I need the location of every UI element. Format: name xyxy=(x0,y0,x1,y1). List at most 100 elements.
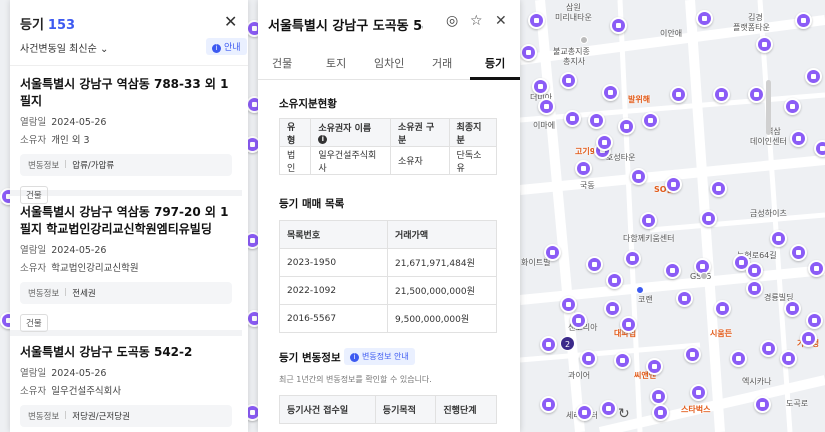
tab-building[interactable]: 건물 xyxy=(272,55,292,71)
detail-scrollbar[interactable] xyxy=(766,80,771,135)
map-marker[interactable] xyxy=(805,68,822,85)
map-marker[interactable] xyxy=(540,396,557,413)
item-owner-row: 소유자 일우건설주식회사 xyxy=(20,383,232,397)
map-marker[interactable] xyxy=(538,98,555,115)
map-marker[interactable] xyxy=(564,110,581,127)
changes-table: 등기사건 접수일 등기목적 진행단계 xyxy=(279,395,497,424)
list-item[interactable]: 서울특별시 강남구 역삼동 797-20 외 1필지 학교법인강리교신학원엠티유… xyxy=(10,204,242,336)
map-marker[interactable] xyxy=(684,346,701,363)
item-date-row: 열람일 2024-05-26 xyxy=(20,365,232,379)
map-label: 플랫폼타운 xyxy=(733,23,770,32)
map-marker[interactable] xyxy=(713,86,730,103)
map-marker[interactable] xyxy=(580,350,597,367)
map-marker[interactable] xyxy=(690,384,707,401)
close-icon[interactable]: ✕ xyxy=(224,12,237,31)
tab-land[interactable]: 토지 xyxy=(326,55,346,71)
map-marker[interactable] xyxy=(714,300,731,317)
map-marker[interactable] xyxy=(620,316,637,333)
map-marker[interactable] xyxy=(780,350,797,367)
item-owner-row: 소유자 학교법인강리교신학원 xyxy=(20,260,232,274)
changes-info-button[interactable]: i 변동정보 안내 xyxy=(344,348,415,365)
table-row: 2022-1092 21,500,000,000원 xyxy=(279,276,497,305)
map-marker[interactable] xyxy=(784,300,801,317)
change-value: 압류/가압류 xyxy=(72,161,115,171)
map-marker[interactable] xyxy=(665,176,682,193)
map-marker[interactable] xyxy=(618,118,635,135)
map-marker[interactable] xyxy=(630,168,647,185)
map-marker[interactable] xyxy=(746,262,763,279)
map-marker[interactable] xyxy=(652,404,669,421)
map-marker[interactable] xyxy=(754,396,771,413)
map-marker[interactable] xyxy=(528,12,545,29)
list-title: 등기 153 xyxy=(20,14,75,33)
map-marker[interactable] xyxy=(790,244,807,261)
map-marker[interactable] xyxy=(642,112,659,129)
date-value: 2024-05-26 xyxy=(51,117,107,128)
location-pin-icon[interactable]: ◎ xyxy=(446,13,458,29)
map-marker[interactable] xyxy=(696,10,713,27)
tab-transaction[interactable]: 거래 xyxy=(432,55,452,71)
map-marker[interactable] xyxy=(790,130,807,147)
map-marker[interactable] xyxy=(604,300,621,317)
map-cluster[interactable]: 2 xyxy=(560,336,575,351)
map-marker[interactable] xyxy=(808,260,825,277)
tab-tenant[interactable]: 임차인 xyxy=(374,55,404,71)
map-marker[interactable] xyxy=(532,78,549,95)
map-marker[interactable] xyxy=(646,358,663,375)
map-marker[interactable] xyxy=(560,72,577,89)
table-cell: 소유자 xyxy=(390,146,450,175)
map-marker[interactable] xyxy=(602,84,619,101)
map-marker[interactable] xyxy=(575,160,592,177)
map-marker[interactable] xyxy=(570,312,587,329)
change-key: 변동정보 xyxy=(28,161,60,171)
map-label: 엑시카나 xyxy=(742,377,772,386)
map-marker[interactable] xyxy=(664,262,681,279)
map-marker[interactable] xyxy=(676,290,693,307)
map-marker[interactable] xyxy=(814,140,825,157)
info-icon[interactable]: i xyxy=(318,135,328,144)
info-icon: i xyxy=(212,44,221,53)
map-marker[interactable] xyxy=(795,12,812,29)
item-date-row: 열람일 2024-05-26 xyxy=(20,242,232,256)
map-marker[interactable] xyxy=(756,36,773,53)
map-marker[interactable] xyxy=(640,212,657,229)
map-marker[interactable] xyxy=(540,336,557,353)
rotate-icon[interactable]: ↻ xyxy=(618,406,630,422)
map-marker[interactable] xyxy=(576,404,593,421)
map-marker[interactable] xyxy=(748,86,765,103)
map-marker[interactable] xyxy=(800,330,817,347)
map-marker[interactable] xyxy=(710,180,727,197)
map-marker[interactable] xyxy=(700,210,717,227)
owner-key: 소유자 xyxy=(20,263,47,274)
map-marker[interactable] xyxy=(600,400,617,417)
tab-registry[interactable]: 등기 xyxy=(485,55,505,71)
map-marker[interactable] xyxy=(770,230,787,247)
map-marker[interactable] xyxy=(544,244,561,261)
map-marker[interactable] xyxy=(670,86,687,103)
change-value: 전세권 xyxy=(72,289,96,299)
table-header: 진행단계 xyxy=(435,395,497,424)
map-marker[interactable] xyxy=(760,340,777,357)
date-key: 열람일 xyxy=(20,368,47,379)
map-marker[interactable] xyxy=(586,256,603,273)
sort-dropdown[interactable]: 사건변동일 최신순 ⌄ xyxy=(20,40,108,55)
map-marker[interactable] xyxy=(784,98,801,115)
close-icon[interactable]: ✕ xyxy=(495,13,507,29)
list-item[interactable]: 서울특별시 강남구 도곡동 542-2 열람일 2024-05-26 소유자 일우건… xyxy=(10,344,242,432)
map-marker[interactable] xyxy=(606,272,623,289)
star-icon[interactable]: ☆ xyxy=(470,13,483,29)
map-marker[interactable] xyxy=(806,312,823,329)
map-marker[interactable] xyxy=(624,250,641,267)
map-marker[interactable] xyxy=(596,134,613,151)
info-button[interactable]: i 안내 xyxy=(206,38,247,55)
map-marker[interactable] xyxy=(746,280,763,297)
map-marker[interactable] xyxy=(560,296,577,313)
sales-title: 등기 매매 목록 xyxy=(279,198,345,210)
map-marker[interactable] xyxy=(588,112,605,129)
map-marker[interactable] xyxy=(650,388,667,405)
map-marker[interactable] xyxy=(730,350,747,367)
map-marker[interactable] xyxy=(614,352,631,369)
list-item[interactable]: 서울특별시 강남구 역삼동 788-33 외 1필지 열람일 2024-05-26… xyxy=(10,76,242,204)
map-marker[interactable] xyxy=(610,17,627,34)
map-marker[interactable] xyxy=(520,44,537,61)
